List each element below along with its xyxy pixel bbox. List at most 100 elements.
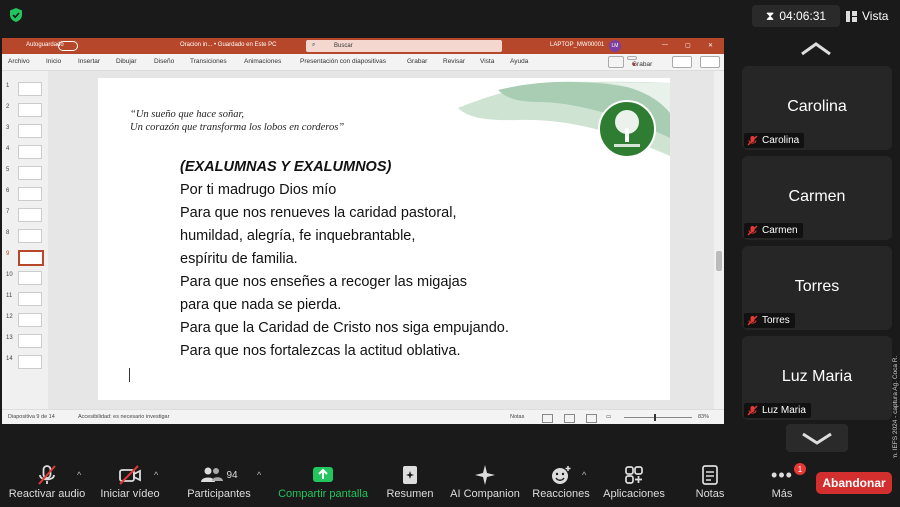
autosave-toggle[interactable] (58, 41, 78, 51)
menu-archivo[interactable]: Archivo (8, 58, 30, 65)
slide-thumb[interactable] (18, 82, 42, 96)
reading-view-icon[interactable] (586, 414, 597, 423)
participant-tag-name: Carmen (762, 225, 798, 236)
summary-doc-icon (403, 466, 417, 484)
video-off-icon (119, 465, 141, 485)
apps-button[interactable]: Aplicaciones (600, 464, 668, 500)
slide-thumb[interactable] (18, 103, 42, 117)
thumb-number: 14 (6, 356, 13, 362)
maximize-icon[interactable]: ▢ (685, 42, 691, 49)
participant-name: Luz Maria (781, 368, 853, 385)
thumb-number: 13 (6, 335, 13, 341)
shield-check-icon[interactable] (8, 7, 24, 23)
slide-text-line: humildad, alegría, fe inquebrantable, (180, 228, 416, 244)
normal-view-icon[interactable] (542, 414, 553, 423)
leave-button[interactable]: Abandonar (816, 472, 892, 494)
notes-toggle[interactable]: Notas (510, 414, 524, 420)
slide-text-line: Para que nos renueves la caridad pastora… (180, 205, 457, 221)
summary-button[interactable]: Resumen (384, 464, 436, 500)
menu-presentacion[interactable]: Presentación con diapositivas (300, 58, 386, 65)
close-icon[interactable]: ✕ (708, 42, 713, 49)
text-cursor (129, 368, 130, 382)
minimize-icon[interactable]: — (662, 42, 668, 48)
comments-icon[interactable] (608, 56, 624, 68)
chevron-up-icon[interactable] (790, 40, 842, 60)
grid-view-icon (846, 10, 857, 22)
chevron-down-icon (802, 432, 832, 445)
slide-thumb[interactable] (18, 187, 42, 201)
slide-text-line: Para que nos fortalezcas la actitud obla… (180, 343, 461, 359)
zoom-slider[interactable] (624, 417, 692, 418)
share-ppt-icon[interactable] (700, 56, 720, 68)
menu-revisar[interactable]: Revisar (443, 58, 465, 65)
slide-editor-canvas: “Un sueño que hace soñar, Un corazón que… (48, 71, 714, 409)
mic-muted-icon (38, 465, 56, 485)
notes-icon (702, 465, 718, 485)
apps-label: Aplicaciones (603, 488, 665, 500)
participants-button[interactable]: 94 Participantes (184, 464, 254, 500)
quote-line-1: “Un sueño que hace soñar, (130, 109, 245, 120)
shared-screen-powerpoint[interactable]: Autoguardado Oracion in... • Guardado en… (2, 38, 724, 424)
ppt-search-box[interactable]: ⌕ Buscar (306, 40, 502, 52)
menu-diseno[interactable]: Diseño (154, 58, 174, 65)
current-slide[interactable]: “Un sueño que hace soñar, Un corazón que… (98, 78, 670, 400)
view-button[interactable]: Vista (846, 5, 896, 27)
notes-button[interactable]: Notas (688, 464, 732, 500)
slide-thumb[interactable] (18, 271, 42, 285)
menu-transiciones[interactable]: Transiciones (190, 58, 227, 65)
participant-tag: Luz Maria (744, 403, 811, 418)
user-avatar[interactable]: LM (609, 40, 621, 52)
slide-heading: (EXALUMNAS Y EXALUMNOS) (180, 159, 392, 175)
menu-ayuda[interactable]: Ayuda (510, 58, 528, 65)
slide-thumb[interactable] (18, 355, 42, 369)
scroll-thumb[interactable] (716, 251, 722, 271)
slide-thumb[interactable] (18, 313, 42, 327)
participant-tag: Carmen (744, 223, 803, 238)
unmute-button[interactable]: Reactivar audio (8, 464, 86, 500)
more-notification-badge: 1 (794, 463, 806, 475)
ai-companion-button[interactable]: AI Companion (448, 464, 522, 500)
participant-tag-name: Luz Maria (762, 405, 806, 416)
participants-caret-icon[interactable]: ^ (257, 470, 261, 480)
slide-thumb-selected[interactable] (18, 250, 44, 266)
slide-thumb[interactable] (18, 334, 42, 348)
participant-tile[interactable]: Luz Maria Luz Maria (742, 336, 892, 420)
slide-thumbnails-pane[interactable]: 1 2 3 4 5 6 7 8 9 10 11 12 13 14 (2, 71, 48, 409)
accessibility-status[interactable]: Accesibilidad: es necesario investigar (78, 414, 169, 420)
slide-thumb[interactable] (18, 229, 42, 243)
slide-thumb[interactable] (18, 145, 42, 159)
slide-thumb[interactable] (18, 208, 42, 222)
participant-tile[interactable]: Carmen Carmen (742, 156, 892, 240)
menu-inicio[interactable]: Inicio (46, 58, 61, 65)
menu-vista[interactable]: Vista (480, 58, 494, 65)
menu-insertar[interactable]: Insertar (78, 58, 100, 65)
slide-vertical-scrollbar[interactable] (714, 71, 724, 409)
start-video-button[interactable]: Iniciar vídeo (98, 464, 162, 500)
slideshow-icon[interactable]: ▭ (606, 414, 611, 420)
thumb-number: 2 (6, 104, 10, 110)
slide-thumb[interactable] (18, 292, 42, 306)
scroll-down-button[interactable] (786, 424, 848, 452)
audio-options-caret-icon[interactable]: ^ (77, 470, 81, 480)
view-label: Vista (862, 9, 889, 23)
record-button[interactable]: ● Grabar (627, 56, 652, 68)
video-options-caret-icon[interactable]: ^ (154, 470, 158, 480)
slide-thumb[interactable] (18, 124, 42, 138)
participant-tile[interactable]: Torres Torres (742, 246, 892, 330)
doc-title: Oracion in... • Guardado en Este PC (180, 42, 277, 48)
thumb-number: 3 (6, 125, 10, 131)
participant-tile[interactable]: Carolina Carolina (742, 66, 892, 150)
share-screen-button[interactable]: Compartir pantalla (276, 464, 370, 500)
reactions-caret-icon[interactable]: ^ (582, 470, 586, 480)
participants-icon (201, 467, 224, 482)
hourglass-icon: ⧗ (765, 8, 775, 23)
present-icon[interactable] (672, 56, 692, 68)
participant-tag-name: Carolina (762, 135, 800, 146)
slide-thumb[interactable] (18, 166, 42, 180)
menu-animaciones[interactable]: Animaciones (244, 58, 281, 65)
zoom-slider-thumb[interactable] (654, 414, 656, 421)
menu-grabar[interactable]: Grabar (407, 58, 427, 65)
sorter-view-icon[interactable] (564, 414, 575, 423)
menu-dibujar[interactable]: Dibujar (116, 58, 137, 65)
mic-muted-icon (747, 225, 758, 236)
